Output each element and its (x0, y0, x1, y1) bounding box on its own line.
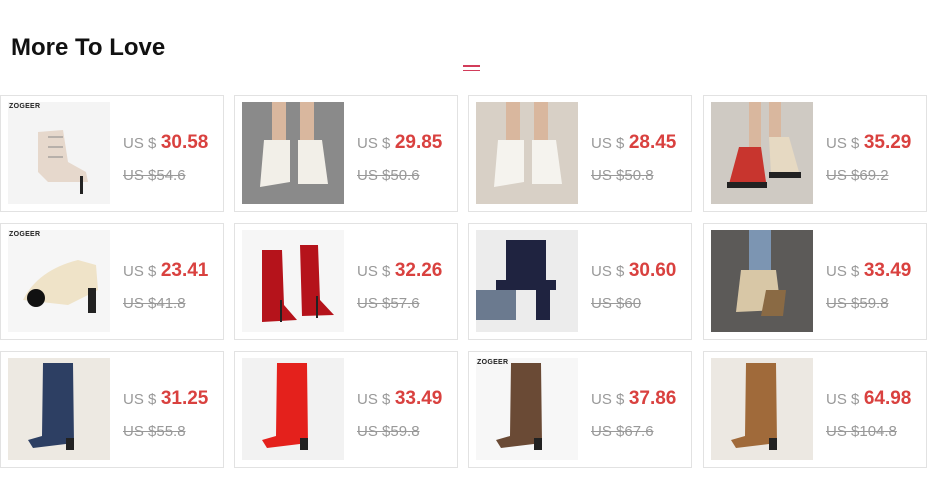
original-price: US $60 (591, 295, 642, 312)
price-value: 64.98 (863, 388, 912, 409)
sale-price: US $ 29.85 (357, 132, 442, 154)
product-card[interactable]: US $ 29.85 US $50.6 (234, 95, 458, 212)
product-card[interactable]: US $ 33.49 US $59.8 (703, 223, 927, 340)
original-price: US $69.2 (826, 167, 889, 184)
price-value: 30.60 (628, 260, 677, 281)
product-card[interactable]: ZOGEER US $ 23.41 US $41.8 (0, 223, 224, 340)
product-image[interactable] (476, 230, 578, 332)
product-image[interactable]: ZOGEER (8, 230, 110, 332)
section-title: More To Love (11, 34, 166, 61)
sale-price: US $ 33.49 (357, 388, 442, 410)
brand-logo: ZOGEER (477, 359, 509, 366)
product-image[interactable] (242, 230, 344, 332)
price-value: 30.58 (160, 132, 209, 153)
sale-price: US $ 30.58 (123, 132, 208, 154)
price-value: 31.25 (160, 388, 209, 409)
original-price: US $57.6 (357, 295, 420, 312)
product-card[interactable]: ZOGEER US $ 37.86 US $67.6 (468, 351, 692, 468)
price-value: 28.45 (628, 132, 677, 153)
currency-label: US $ (826, 391, 860, 408)
currency-label: US $ (123, 263, 157, 280)
price-value: 33.49 (863, 260, 912, 281)
sale-price: US $ 32.26 (357, 260, 442, 282)
original-price: US $50.6 (357, 167, 420, 184)
original-price: US $59.8 (357, 423, 420, 440)
product-image[interactable] (711, 358, 813, 460)
price-value: 23.41 (160, 260, 209, 281)
sale-price: US $ 30.60 (591, 260, 676, 282)
currency-label: US $ (357, 263, 391, 280)
product-card[interactable]: US $ 32.26 US $57.6 (234, 223, 458, 340)
product-image[interactable]: ZOGEER (476, 358, 578, 460)
original-price: US $41.8 (123, 295, 186, 312)
price-value: 37.86 (628, 388, 677, 409)
brand-logo: ZOGEER (9, 103, 41, 110)
brand-logo: ZOGEER (9, 231, 41, 238)
product-image[interactable] (476, 102, 578, 204)
price-value: 35.29 (863, 132, 912, 153)
currency-label: US $ (826, 263, 860, 280)
currency-label: US $ (123, 391, 157, 408)
product-card[interactable]: US $ 33.49 US $59.8 (234, 351, 458, 468)
sale-price: US $ 35.29 (826, 132, 911, 154)
product-card[interactable]: US $ 28.45 US $50.8 (468, 95, 692, 212)
product-image[interactable] (711, 102, 813, 204)
product-image[interactable] (711, 230, 813, 332)
sale-price: US $ 33.49 (826, 260, 911, 282)
price-value: 33.49 (394, 388, 443, 409)
original-price: US $50.8 (591, 167, 654, 184)
sale-price: US $ 37.86 (591, 388, 676, 410)
product-card[interactable]: US $ 64.98 US $104.8 (703, 351, 927, 468)
product-image[interactable] (242, 102, 344, 204)
product-image[interactable] (242, 358, 344, 460)
sale-price: US $ 23.41 (123, 260, 208, 282)
sale-price: US $ 64.98 (826, 388, 911, 410)
currency-label: US $ (123, 135, 157, 152)
currency-label: US $ (357, 135, 391, 152)
currency-label: US $ (357, 391, 391, 408)
currency-label: US $ (826, 135, 860, 152)
original-price: US $59.8 (826, 295, 889, 312)
product-card[interactable]: US $ 30.60 US $60 (468, 223, 692, 340)
currency-label: US $ (591, 263, 625, 280)
price-value: 29.85 (394, 132, 443, 153)
original-price: US $54.6 (123, 167, 186, 184)
product-card[interactable]: US $ 31.25 US $55.8 (0, 351, 224, 468)
product-image[interactable]: ZOGEER (8, 102, 110, 204)
sale-price: US $ 31.25 (123, 388, 208, 410)
product-image[interactable] (8, 358, 110, 460)
product-card[interactable]: ZOGEER US $ 30.58 US $54.6 (0, 95, 224, 212)
price-value: 32.26 (394, 260, 443, 281)
menu-icon (463, 65, 480, 71)
currency-label: US $ (591, 391, 625, 408)
original-price: US $67.6 (591, 423, 654, 440)
currency-label: US $ (591, 135, 625, 152)
original-price: US $104.8 (826, 423, 897, 440)
sale-price: US $ 28.45 (591, 132, 676, 154)
product-card[interactable]: US $ 35.29 US $69.2 (703, 95, 927, 212)
original-price: US $55.8 (123, 423, 186, 440)
